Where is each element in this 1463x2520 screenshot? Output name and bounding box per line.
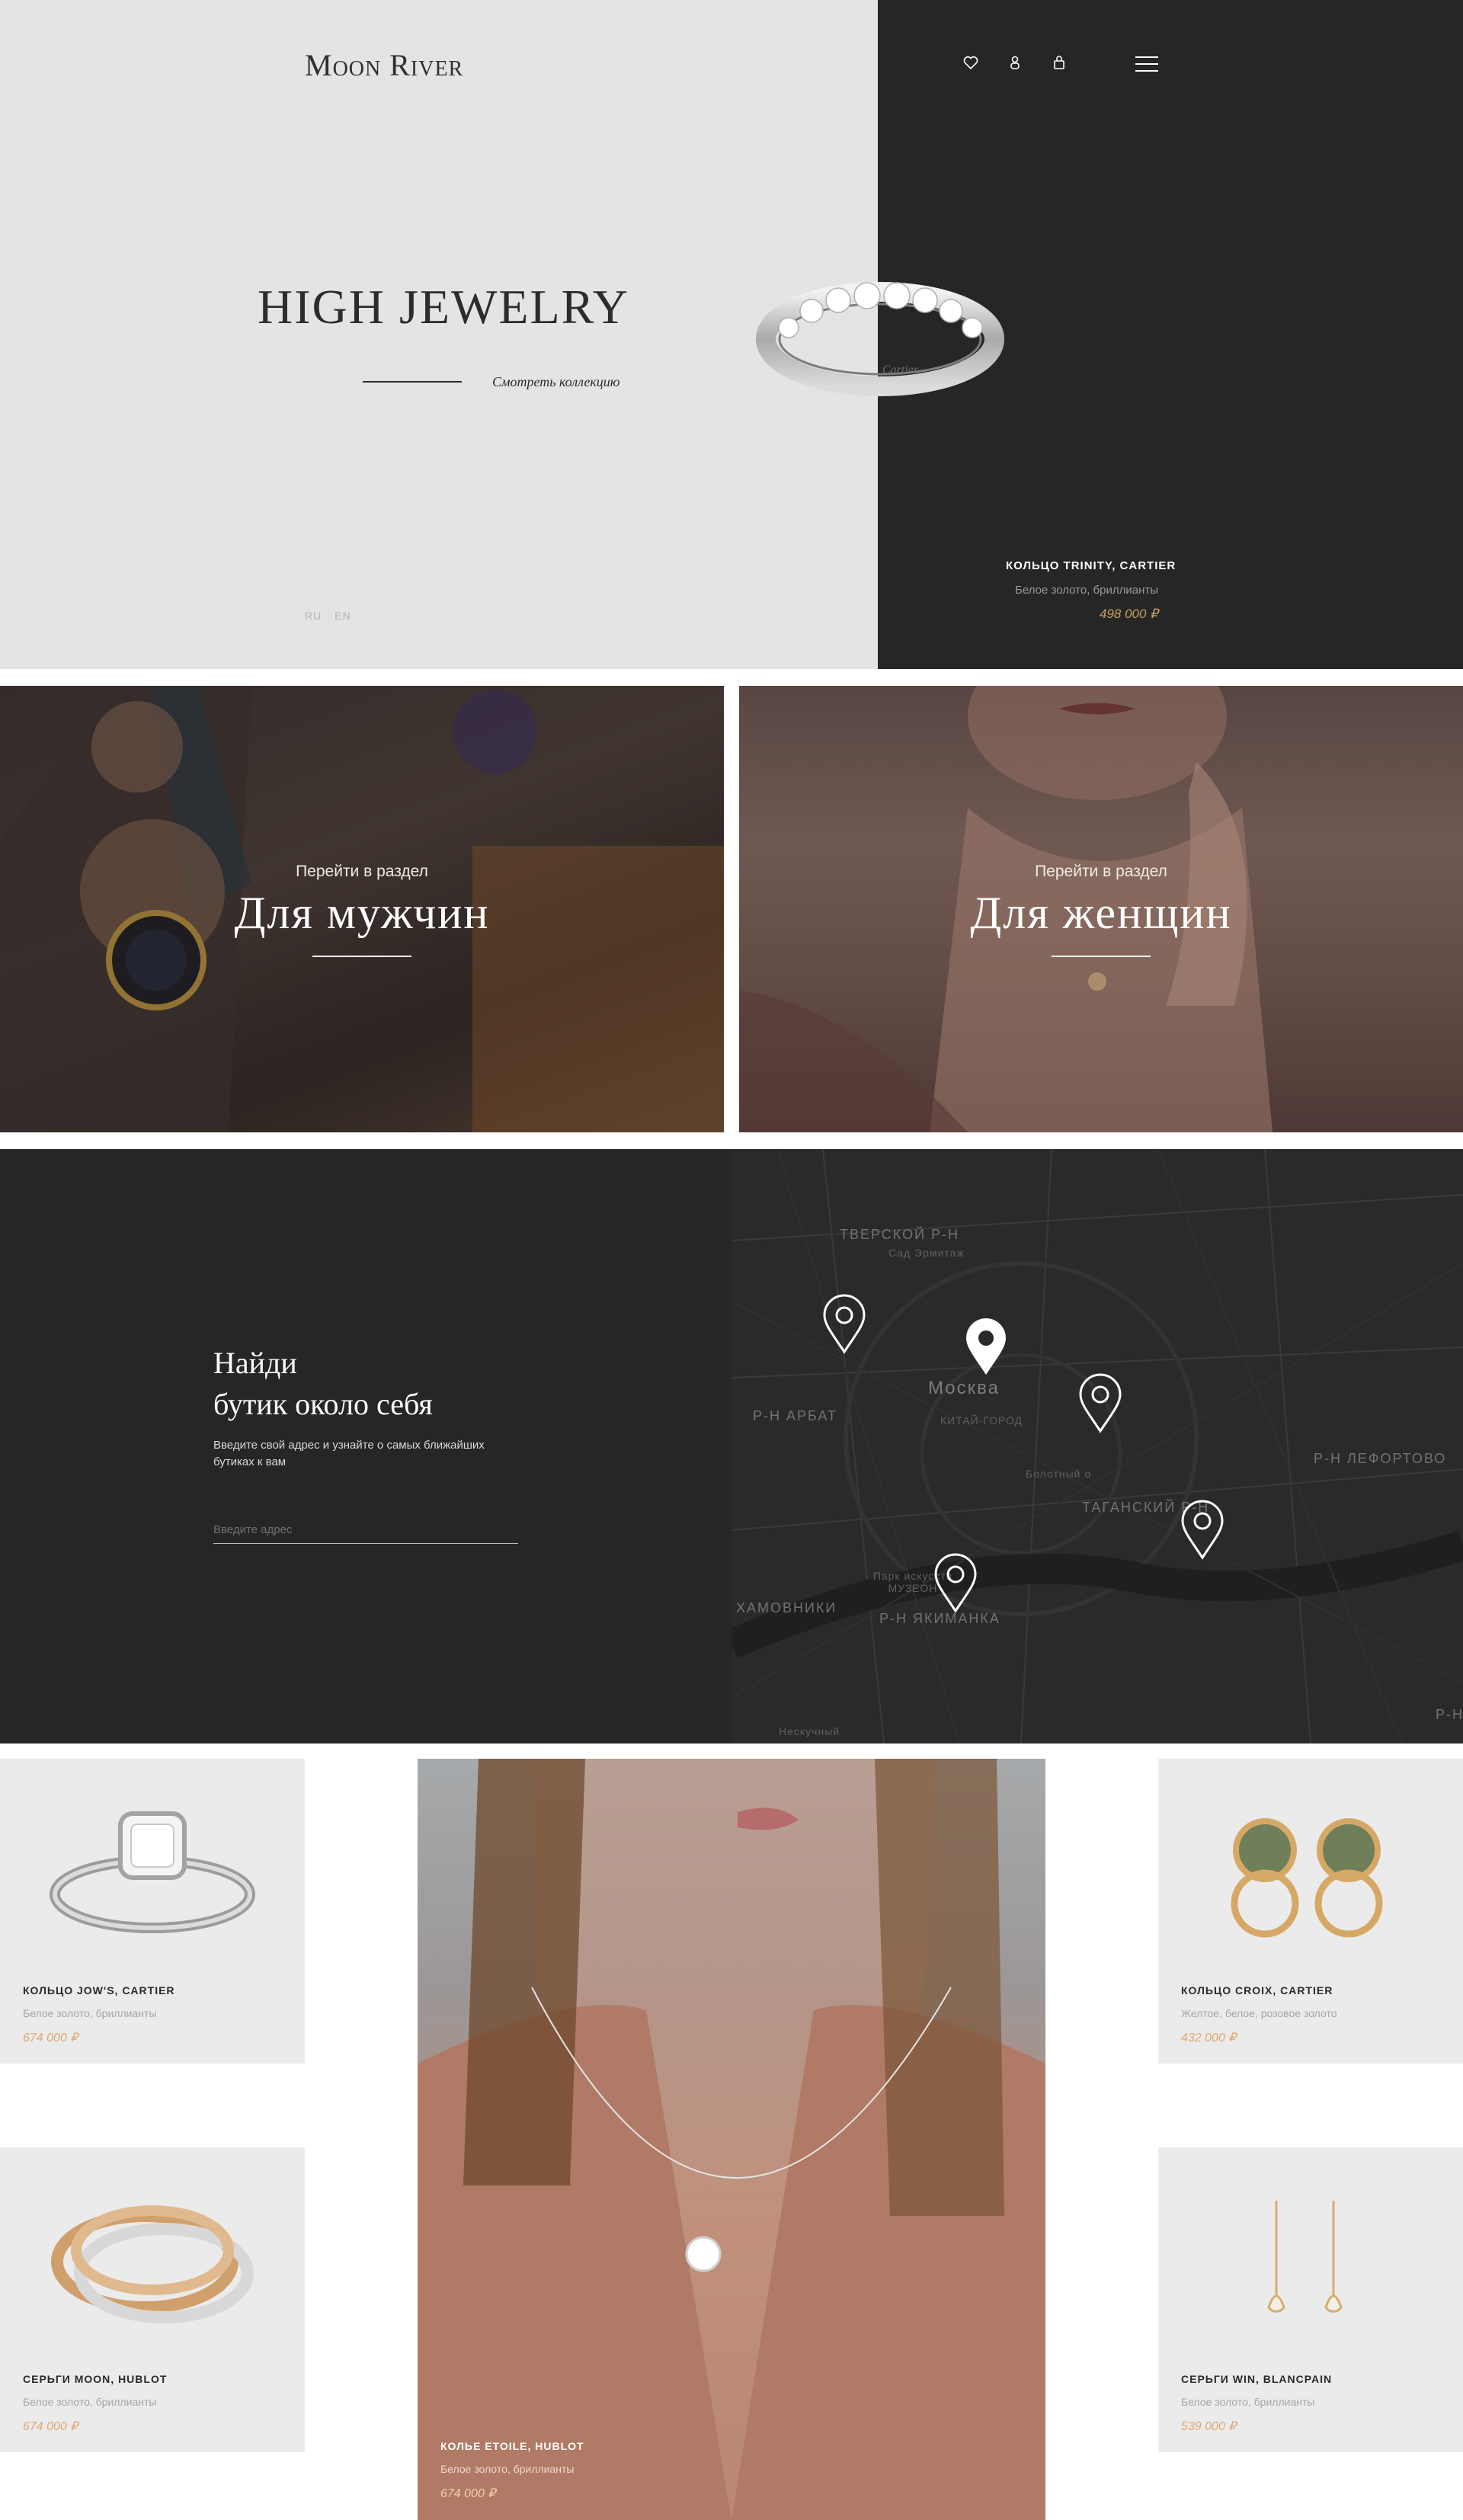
map-label-kitay: КИТАЙ-ГОРОД	[940, 1414, 1023, 1427]
map-label-lefortovo: Р-Н ЛЕФОРТОВО	[1314, 1451, 1447, 1466]
men-category-underline	[312, 956, 411, 957]
map-pin-active-icon[interactable]	[963, 1317, 1009, 1378]
featured-product-description: Белое золото, бриллианты	[440, 2463, 575, 2475]
product-description: Белое золото, бриллианты	[23, 2396, 157, 2408]
women-category-title[interactable]: Для женщин	[739, 887, 1463, 940]
brand-logo[interactable]: Moon River	[305, 47, 463, 83]
map-label-arbat: Р-Н АРБАТ	[753, 1408, 838, 1423]
product-card[interactable]: КОЛЬЦО JOW'S, CARTIER Белое золото, брил…	[0, 1759, 305, 2064]
menu-icon[interactable]	[1135, 55, 1158, 73]
product-name[interactable]: СЕРЬГИ WIN, BLANCPAIN	[1181, 2373, 1332, 2385]
men-category-title[interactable]: Для мужчин	[0, 887, 724, 940]
women-category-pre: Перейти в раздел	[1035, 863, 1167, 880]
map-label-neskuchny: Нескучный	[779, 1725, 840, 1737]
map-label-khamovniki: ХАМОВНИКИ	[736, 1600, 837, 1615]
featured-product-name[interactable]: КОЛЬЕ ETOILE, HUBLOT	[440, 2440, 584, 2452]
hero-title: HIGH JEWELRY	[258, 280, 629, 334]
lang-en[interactable]: EN	[335, 610, 351, 622]
product-price: 432 000 ₽	[1181, 2032, 1237, 2044]
header-icons	[962, 53, 1068, 72]
lang-ru[interactable]: RU	[305, 610, 322, 622]
boutique-map[interactable]: ТВЕРСКОЙ Р-Н Сад Эрмитаж Москва Р-Н АРБА…	[732, 1149, 1463, 1744]
finder-title-line2: бутик около себя	[213, 1387, 433, 1421]
product-name[interactable]: КОЛЬЦО CROIX, CARTIER	[1181, 1984, 1333, 1996]
address-input[interactable]	[213, 1516, 518, 1544]
map-label-edge: Р-Н	[1436, 1707, 1463, 1722]
product-description: Белое золото, бриллианты	[1181, 2396, 1315, 2408]
earrings-win-image	[1267, 2201, 1343, 2313]
product-price: 674 000 ₽	[23, 2032, 78, 2044]
map-pin-icon[interactable]	[933, 1553, 978, 1614]
map-pin-icon[interactable]	[1180, 1500, 1225, 1561]
product-card[interactable]: СЕРЬГИ WIN, BLANCPAIN Белое золото, брил…	[1158, 2147, 1463, 2452]
hero-ring-image[interactable]: Cartier	[754, 267, 1006, 404]
hero-product-description: Белое золото, бриллианты	[1015, 584, 1158, 597]
category-men-tile[interactable]: Перейти в раздел Для мужчин	[0, 686, 724, 1132]
product-card[interactable]: СЕРЬГИ MOON, HUBLOT Белое золото, брилли…	[0, 2147, 305, 2452]
hero-product-name[interactable]: КОЛЬЦО TRINITY, CARTIER	[1006, 559, 1175, 572]
finder-title: Найди бутик около себя	[213, 1343, 594, 1425]
product-card[interactable]: КОЛЬЦО CROIX, CARTIER Желтое, белое, роз…	[1158, 1759, 1463, 2064]
map-label-moscow: Москва	[928, 1378, 1000, 1398]
finder-subtitle: Введите свой адрес и узнайте о самых бли…	[213, 1439, 485, 1468]
women-category-underline	[1052, 956, 1151, 957]
hero-product-price: 498 000 ₽	[1100, 607, 1158, 621]
product-name[interactable]: КОЛЬЦО JOW'S, CARTIER	[23, 1984, 175, 1996]
map-label-bolotny: Болотный о	[1026, 1468, 1092, 1480]
earrings-croix-image	[1231, 1818, 1383, 1938]
map-pin-icon[interactable]	[821, 1294, 867, 1355]
ring-jows-image	[50, 1811, 255, 1933]
map-label-tverskoy: ТВЕРСКОЙ Р-Н	[840, 1227, 960, 1242]
finder-title-line1: Найди	[213, 1346, 297, 1380]
user-icon[interactable]	[1006, 53, 1024, 72]
heart-icon[interactable]	[962, 53, 980, 72]
product-description: Желтое, белое, розовое золото	[1181, 2007, 1337, 2019]
product-price: 674 000 ₽	[23, 2420, 78, 2433]
product-name[interactable]: СЕРЬГИ MOON, HUBLOT	[23, 2373, 167, 2385]
bag-icon[interactable]	[1050, 53, 1068, 72]
product-description: Белое золото, бриллианты	[23, 2007, 157, 2019]
men-category-pre: Перейти в раздел	[296, 863, 428, 880]
map-pin-icon[interactable]	[1077, 1373, 1123, 1434]
svg-text:Cartier: Cartier	[882, 363, 919, 376]
featured-product-card[interactable]: КОЛЬЕ ETOILE, HUBLOT Белое золото, брилл…	[418, 1759, 1045, 2520]
language-switcher: RU EN	[305, 610, 360, 622]
necklace-model-photo	[418, 1759, 1045, 2520]
category-women-tile[interactable]: Перейти в раздел Для женщин	[739, 686, 1463, 1132]
product-price: 539 000 ₽	[1181, 2420, 1237, 2433]
view-collection-link[interactable]: Смотреть коллекцию	[492, 374, 619, 390]
hero-link-line	[363, 381, 462, 383]
rings-moon-image	[51, 2205, 254, 2323]
featured-product-price: 674 000 ₽	[440, 2487, 496, 2500]
map-label-sad: Сад Эрмитаж	[888, 1247, 965, 1259]
